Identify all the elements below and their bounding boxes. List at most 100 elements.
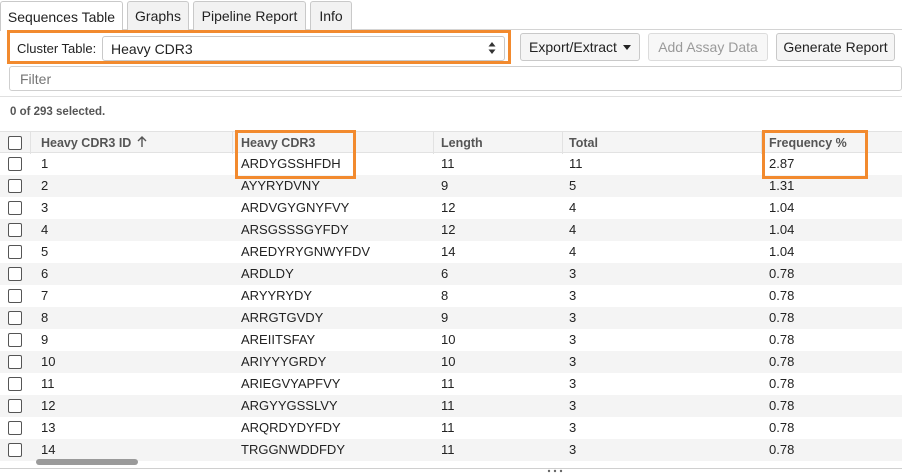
cell-length: 8 bbox=[441, 288, 449, 303]
cell-id: 3 bbox=[41, 200, 49, 215]
cell-total: 3 bbox=[569, 310, 577, 325]
selection-count: 0 of 293 selected. bbox=[10, 106, 106, 118]
table-row[interactable]: 10 ARIYYYGRDY 10 3 0.78 bbox=[0, 351, 902, 373]
cell-total: 4 bbox=[569, 200, 577, 215]
column-header-length[interactable]: Length bbox=[441, 132, 483, 154]
resize-grip-icon[interactable] bbox=[546, 469, 564, 473]
cell-id: 10 bbox=[41, 354, 56, 369]
cell-total: 3 bbox=[569, 398, 577, 413]
table-row[interactable]: 9 AREIITSFAY 10 3 0.78 bbox=[0, 329, 902, 351]
column-divider bbox=[232, 132, 233, 154]
row-checkbox[interactable] bbox=[8, 157, 22, 171]
cell-heavy-cdr3: ARGYYGSSLVY bbox=[241, 398, 338, 413]
row-checkbox[interactable] bbox=[8, 201, 22, 215]
cell-length: 11 bbox=[441, 398, 455, 413]
table-row[interactable]: 8 ARRGTGVDY 9 3 0.78 bbox=[0, 307, 902, 329]
row-checkbox[interactable] bbox=[8, 245, 22, 259]
tab-label: Graphs bbox=[135, 8, 181, 24]
row-checkbox[interactable] bbox=[8, 267, 22, 281]
cell-length: 14 bbox=[441, 244, 456, 259]
cell-length: 6 bbox=[441, 266, 449, 281]
cell-id: 11 bbox=[41, 376, 55, 391]
cell-frequency: 1.04 bbox=[769, 200, 795, 215]
tab-sequences-table[interactable]: Sequences Table bbox=[0, 1, 123, 31]
tab-bar: Sequences Table Graphs Pipeline Report I… bbox=[0, 0, 902, 31]
cell-heavy-cdr3: AYYRYDVNY bbox=[241, 178, 320, 193]
cell-length: 12 bbox=[441, 222, 456, 237]
column-header-total[interactable]: Total bbox=[569, 132, 598, 154]
cell-heavy-cdr3: TRGGNWDDFDY bbox=[241, 442, 345, 457]
cluster-table-highlight: Cluster Table: Heavy CDR3 bbox=[7, 30, 511, 64]
table-row[interactable]: 4 ARSGSSSGYFDY 12 4 1.04 bbox=[0, 219, 902, 241]
table-row[interactable]: 12 ARGYYGSSLVY 11 3 0.78 bbox=[0, 395, 902, 417]
export-extract-label: Export/Extract bbox=[529, 39, 617, 55]
row-checkbox[interactable] bbox=[8, 311, 22, 325]
cell-length: 11 bbox=[441, 156, 455, 171]
cell-heavy-cdr3: ARDYGSSHFDH bbox=[241, 156, 341, 171]
cell-id: 8 bbox=[41, 310, 49, 325]
column-header-label: Heavy CDR3 ID bbox=[41, 136, 132, 150]
cell-frequency: 0.78 bbox=[769, 354, 795, 369]
row-checkbox[interactable] bbox=[8, 399, 22, 413]
cell-frequency: 1.04 bbox=[769, 222, 795, 237]
row-checkbox[interactable] bbox=[8, 223, 22, 237]
cell-total: 5 bbox=[569, 178, 577, 193]
cell-length: 9 bbox=[441, 178, 449, 193]
cell-id: 2 bbox=[41, 178, 49, 193]
cell-frequency: 0.78 bbox=[769, 420, 795, 435]
cell-heavy-cdr3: ARRGTGVDY bbox=[241, 310, 324, 325]
cell-id: 1 bbox=[41, 156, 49, 171]
table-row[interactable]: 14 TRGGNWDDFDY 11 3 0.78 bbox=[0, 439, 902, 461]
row-checkbox[interactable] bbox=[8, 179, 22, 193]
table-row[interactable]: 13 ARQRDYDYFDY 11 3 0.78 bbox=[0, 417, 902, 439]
add-assay-data-button[interactable]: Add Assay Data bbox=[648, 33, 768, 61]
table-row[interactable]: 5 AREDYRYGNWYFDV 14 4 1.04 bbox=[0, 241, 902, 263]
generate-report-button[interactable]: Generate Report bbox=[776, 33, 895, 61]
cell-length: 11 bbox=[441, 442, 455, 457]
column-divider bbox=[30, 132, 31, 154]
table-row[interactable]: 3 ARDVGYGNYFVY 12 4 1.04 bbox=[0, 197, 902, 219]
cell-length: 9 bbox=[441, 310, 449, 325]
row-checkbox[interactable] bbox=[8, 443, 22, 457]
cell-id: 7 bbox=[41, 288, 49, 303]
row-checkbox[interactable] bbox=[8, 289, 22, 303]
table-row[interactable]: 7 ARYYRYDY 8 3 0.78 bbox=[0, 285, 902, 307]
tab-label: Info bbox=[319, 8, 343, 24]
arrow-up-icon bbox=[137, 136, 147, 147]
column-header-heavy-cdr3[interactable]: Heavy CDR3 bbox=[241, 132, 315, 154]
export-extract-button[interactable]: Export/Extract bbox=[520, 33, 640, 61]
cell-heavy-cdr3: ARSGSSSGYFDY bbox=[241, 222, 349, 237]
filter-input[interactable] bbox=[9, 66, 902, 91]
generate-report-label: Generate Report bbox=[783, 39, 888, 55]
table-row[interactable]: 2 AYYRYDVNY 9 5 1.31 bbox=[0, 175, 902, 197]
tab-graphs[interactable]: Graphs bbox=[127, 1, 189, 30]
cluster-table-select[interactable]: Heavy CDR3 bbox=[102, 36, 505, 61]
row-checkbox[interactable] bbox=[8, 377, 22, 391]
column-header-id[interactable]: Heavy CDR3 ID bbox=[41, 132, 147, 154]
cell-frequency: 0.78 bbox=[769, 398, 795, 413]
row-checkbox[interactable] bbox=[8, 355, 22, 369]
cell-heavy-cdr3: ARYYRYDY bbox=[241, 288, 313, 303]
cell-frequency: 0.78 bbox=[769, 442, 795, 457]
table-row[interactable]: 1 ARDYGSSHFDH 11 11 2.87 bbox=[0, 153, 902, 175]
horizontal-scrollbar[interactable] bbox=[36, 459, 138, 465]
select-all-checkbox[interactable] bbox=[8, 136, 22, 150]
up-down-arrows-icon bbox=[488, 42, 496, 54]
cell-total: 4 bbox=[569, 244, 577, 259]
row-checkbox[interactable] bbox=[8, 333, 22, 347]
cell-heavy-cdr3: ARIEGVYAPFVY bbox=[241, 376, 341, 391]
cell-heavy-cdr3: ARIYYYGRDY bbox=[241, 354, 327, 369]
cell-id: 6 bbox=[41, 266, 49, 281]
table-row[interactable]: 11 ARIEGVYAPFVY 11 3 0.78 bbox=[0, 373, 902, 395]
cell-frequency: 0.78 bbox=[769, 310, 795, 325]
column-header-frequency[interactable]: Frequency % bbox=[769, 132, 847, 154]
row-checkbox[interactable] bbox=[8, 421, 22, 435]
cell-id: 14 bbox=[41, 442, 56, 457]
cell-id: 13 bbox=[41, 420, 56, 435]
cell-id: 9 bbox=[41, 332, 49, 347]
tab-info[interactable]: Info bbox=[310, 1, 352, 30]
table-row[interactable]: 6 ARDLDY 6 3 0.78 bbox=[0, 263, 902, 285]
cell-length: 11 bbox=[441, 376, 455, 391]
tab-pipeline-report[interactable]: Pipeline Report bbox=[193, 1, 306, 30]
cell-total: 4 bbox=[569, 222, 577, 237]
